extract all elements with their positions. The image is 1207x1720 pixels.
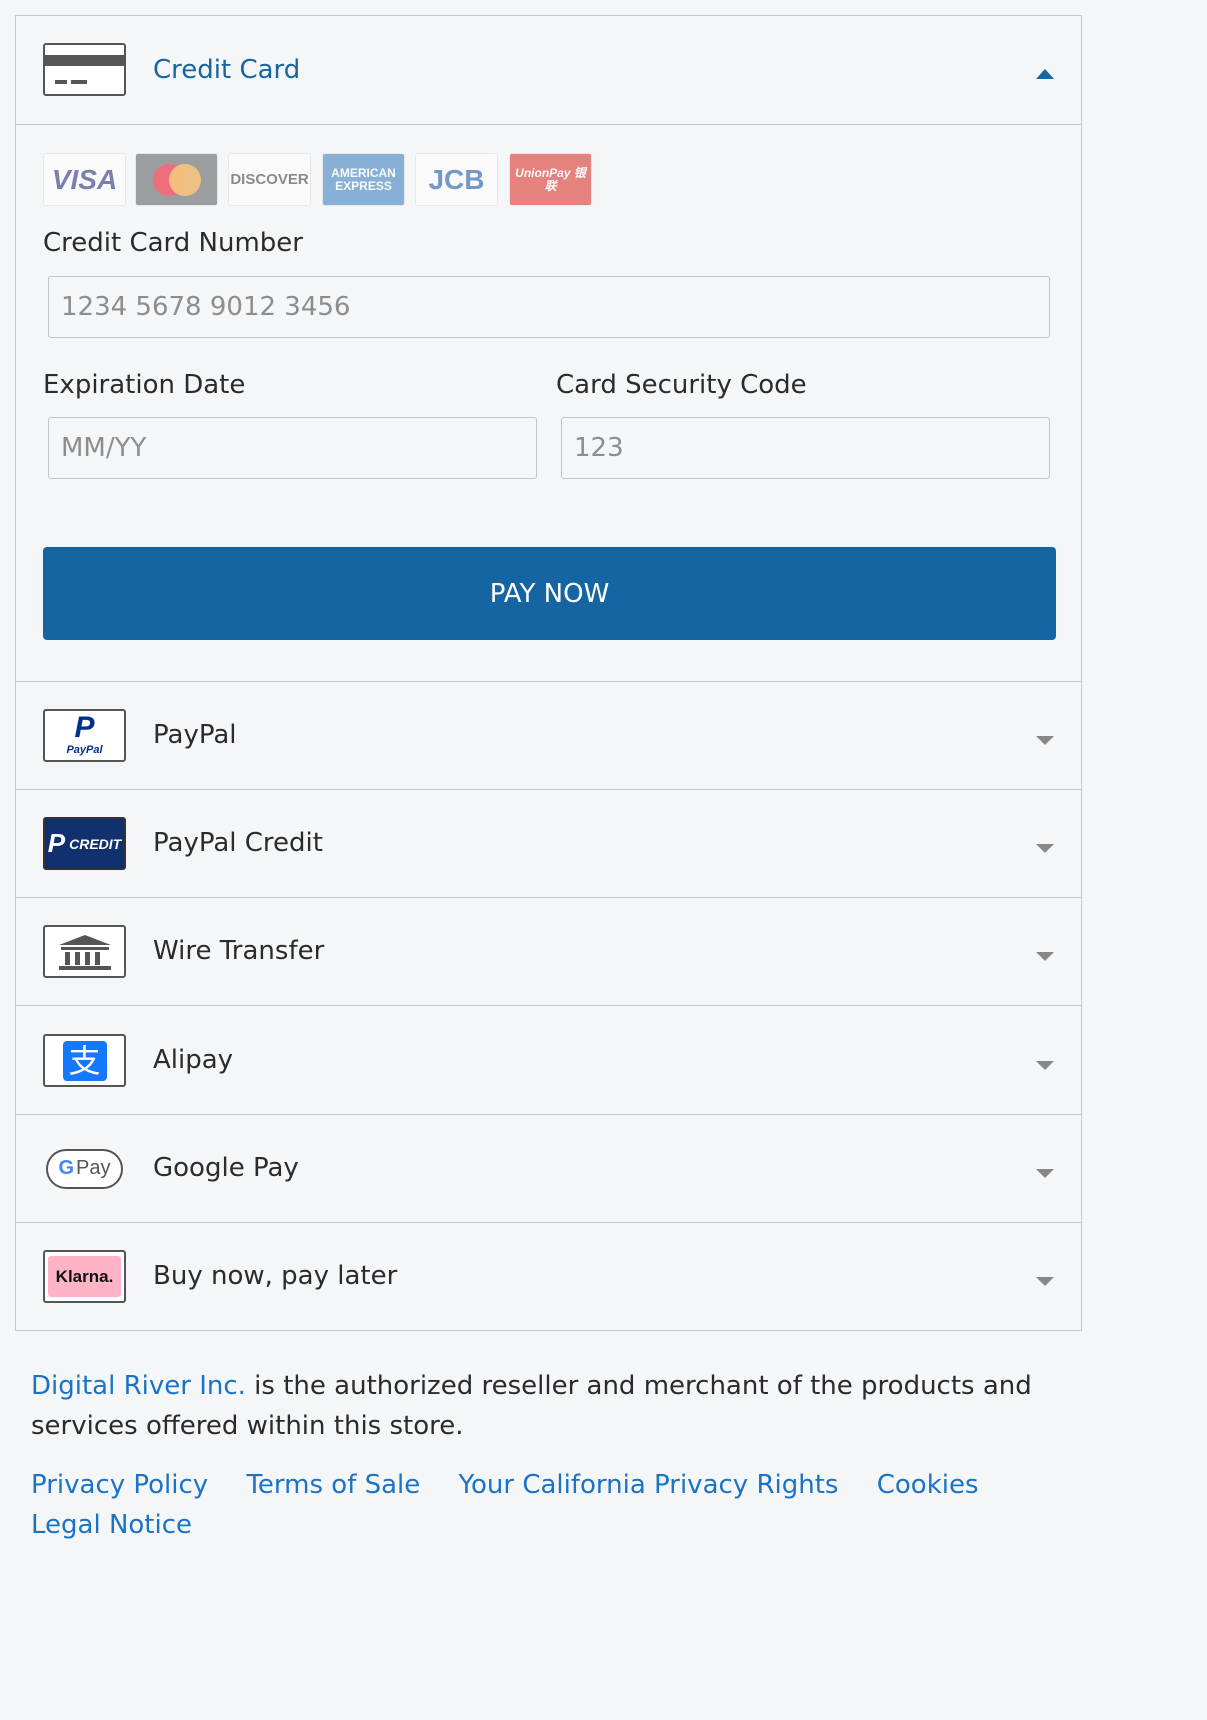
mastercard-icon — [135, 153, 218, 206]
klarna-icon: Klarna. — [43, 1250, 126, 1303]
method-wire-transfer[interactable]: Wire Transfer — [16, 897, 1081, 1005]
digital-river-link[interactable]: Digital River Inc. — [31, 1371, 246, 1401]
california-privacy-link[interactable]: Your California Privacy Rights — [459, 1470, 839, 1500]
paypal-icon: P PayPal — [43, 709, 126, 762]
method-paypal-credit[interactable]: P CREDIT PayPal Credit — [16, 789, 1081, 897]
alipay-icon-glyph: 支 — [62, 1040, 107, 1081]
method-label-paypal: PayPal — [153, 720, 237, 750]
security-code-label: Card Security Code — [556, 370, 807, 400]
bank-icon — [43, 925, 126, 978]
card-number-label: Credit Card Number — [43, 228, 303, 258]
discover-icon: DISCOVER — [228, 153, 311, 206]
method-label-paypal-credit: PayPal Credit — [153, 828, 323, 858]
legal-notice-link[interactable]: Legal Notice — [31, 1510, 192, 1540]
credit-card-label: Credit Card — [153, 55, 301, 85]
method-label-wire-transfer: Wire Transfer — [153, 936, 325, 966]
alipay-icon: 支 — [43, 1034, 126, 1087]
chevron-down-icon[interactable] — [1036, 1277, 1054, 1286]
method-paypal[interactable]: P PayPal PayPal — [16, 681, 1081, 789]
method-label-alipay: Alipay — [153, 1045, 234, 1075]
google-pay-icon: G Pay — [43, 1142, 126, 1195]
chevron-down-icon[interactable] — [1036, 1061, 1054, 1070]
unionpay-icon: UnionPay 银联 — [509, 153, 592, 206]
terms-of-sale-link[interactable]: Terms of Sale — [246, 1470, 420, 1500]
method-google-pay[interactable]: G Pay Google Pay — [16, 1114, 1081, 1222]
chevron-down-icon[interactable] — [1036, 844, 1054, 853]
visa-icon: VISA — [43, 153, 126, 206]
credit-card-icon — [43, 43, 126, 96]
method-alipay[interactable]: 支 Alipay — [16, 1005, 1081, 1114]
security-code-input[interactable] — [561, 417, 1050, 479]
paypal-credit-icon: P CREDIT — [43, 817, 126, 870]
jcb-icon: JCB — [415, 153, 498, 206]
merchant-notice: Digital River Inc. is the authorized res… — [31, 1366, 1071, 1446]
credit-card-header[interactable]: Credit Card — [16, 16, 1081, 124]
payment-methods-panel: Credit Card VISA DISCOVER AMERICAN EXPRE… — [15, 15, 1082, 1331]
footer-links: Privacy Policy Terms of Sale Your Califo… — [31, 1465, 1071, 1545]
chevron-down-icon[interactable] — [1036, 1169, 1054, 1178]
cookies-link[interactable]: Cookies — [877, 1470, 979, 1500]
google-pay-icon-text: Pay — [76, 1157, 111, 1179]
expiration-date-input[interactable] — [48, 417, 537, 479]
pay-now-button[interactable]: PAY NOW — [43, 547, 1056, 640]
card-number-input[interactable] — [48, 276, 1050, 338]
klarna-icon-text: Klarna. — [48, 1256, 121, 1297]
credit-card-form: VISA DISCOVER AMERICAN EXPRESS JCB Union… — [16, 124, 1081, 681]
paypal-icon-text: PayPal — [66, 743, 103, 756]
chevron-down-icon[interactable] — [1036, 736, 1054, 745]
privacy-policy-link[interactable]: Privacy Policy — [31, 1470, 208, 1500]
amex-icon: AMERICAN EXPRESS — [322, 153, 405, 206]
method-label-google-pay: Google Pay — [153, 1153, 299, 1183]
expiration-date-label: Expiration Date — [43, 370, 246, 400]
method-klarna[interactable]: Klarna. Buy now, pay later — [16, 1222, 1081, 1330]
chevron-down-icon[interactable] — [1036, 952, 1054, 961]
paypal-credit-icon-text: CREDIT — [69, 835, 122, 852]
chevron-up-icon[interactable] — [1036, 69, 1054, 79]
method-label-klarna: Buy now, pay later — [153, 1261, 398, 1291]
